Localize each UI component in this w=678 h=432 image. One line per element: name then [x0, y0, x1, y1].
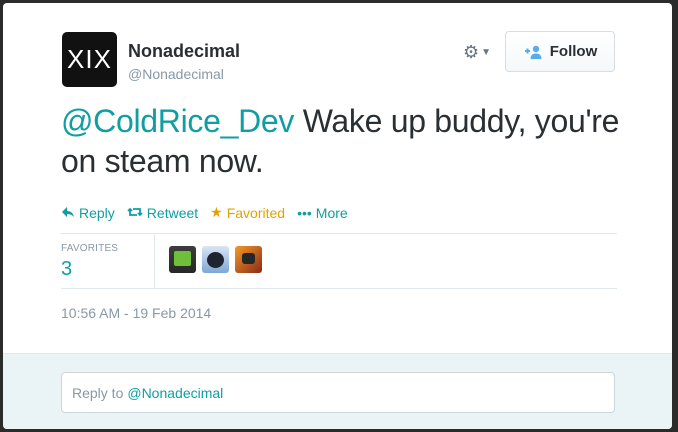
reply-placeholder-mention: @Nonadecimal — [127, 384, 224, 401]
reply-placeholder-prefix: Reply to — [72, 384, 124, 401]
favorites-stat[interactable]: FAVORITES 3 — [61, 234, 155, 288]
reply-icon — [61, 205, 75, 221]
tweet-card: XIX Nonadecimal @Nonadecimal ⚙ ▼ Follow … — [3, 3, 672, 429]
gear-icon: ⚙ — [463, 42, 480, 62]
user-name[interactable]: Nonadecimal — [128, 41, 240, 62]
person-plus-icon — [524, 45, 542, 59]
favoriter-avatar[interactable] — [235, 246, 262, 273]
reply-action[interactable]: Reply — [61, 204, 115, 221]
favorited-label: Favorited — [226, 204, 286, 221]
favorites-count: 3 — [61, 258, 73, 280]
tweet-stats: FAVORITES 3 — [61, 233, 617, 289]
favorited-action[interactable]: ★ Favorited — [210, 204, 285, 221]
reply-label: Reply — [79, 204, 115, 221]
user-avatar[interactable]: XIX — [62, 32, 117, 87]
star-icon: ★ — [210, 204, 223, 220]
follow-button[interactable]: Follow — [505, 31, 615, 72]
more-dots-icon: ••• — [297, 204, 312, 221]
retweet-label: Retweet — [146, 204, 199, 221]
more-label: More — [315, 204, 348, 221]
reply-input[interactable]: Reply to @Nonadecimal — [61, 372, 615, 413]
tweet-actions: Reply Retweet ★ Favorited ••• More — [61, 204, 348, 221]
tweet-text: @ColdRice_Dev Wake up buddy, you're on s… — [61, 101, 621, 181]
tweet-mention-link[interactable]: @ColdRice_Dev — [61, 103, 294, 139]
favorites-label: FAVORITES — [61, 243, 119, 254]
follow-label: Follow — [549, 43, 598, 60]
favoriter-avatars — [169, 246, 262, 273]
chevron-down-icon: ▼ — [481, 47, 492, 58]
retweet-action[interactable]: Retweet — [127, 204, 198, 221]
more-action[interactable]: ••• More — [297, 204, 348, 221]
settings-menu-button[interactable]: ⚙ ▼ — [463, 42, 491, 63]
tweet-timestamp[interactable]: 10:56 AM - 19 Feb 2014 — [61, 305, 211, 321]
favoriter-avatar[interactable] — [202, 246, 229, 273]
favoriter-avatar[interactable] — [169, 246, 196, 273]
retweet-icon — [127, 205, 143, 221]
reply-area: Reply to @Nonadecimal — [3, 353, 672, 429]
user-handle[interactable]: @Nonadecimal — [128, 66, 224, 82]
